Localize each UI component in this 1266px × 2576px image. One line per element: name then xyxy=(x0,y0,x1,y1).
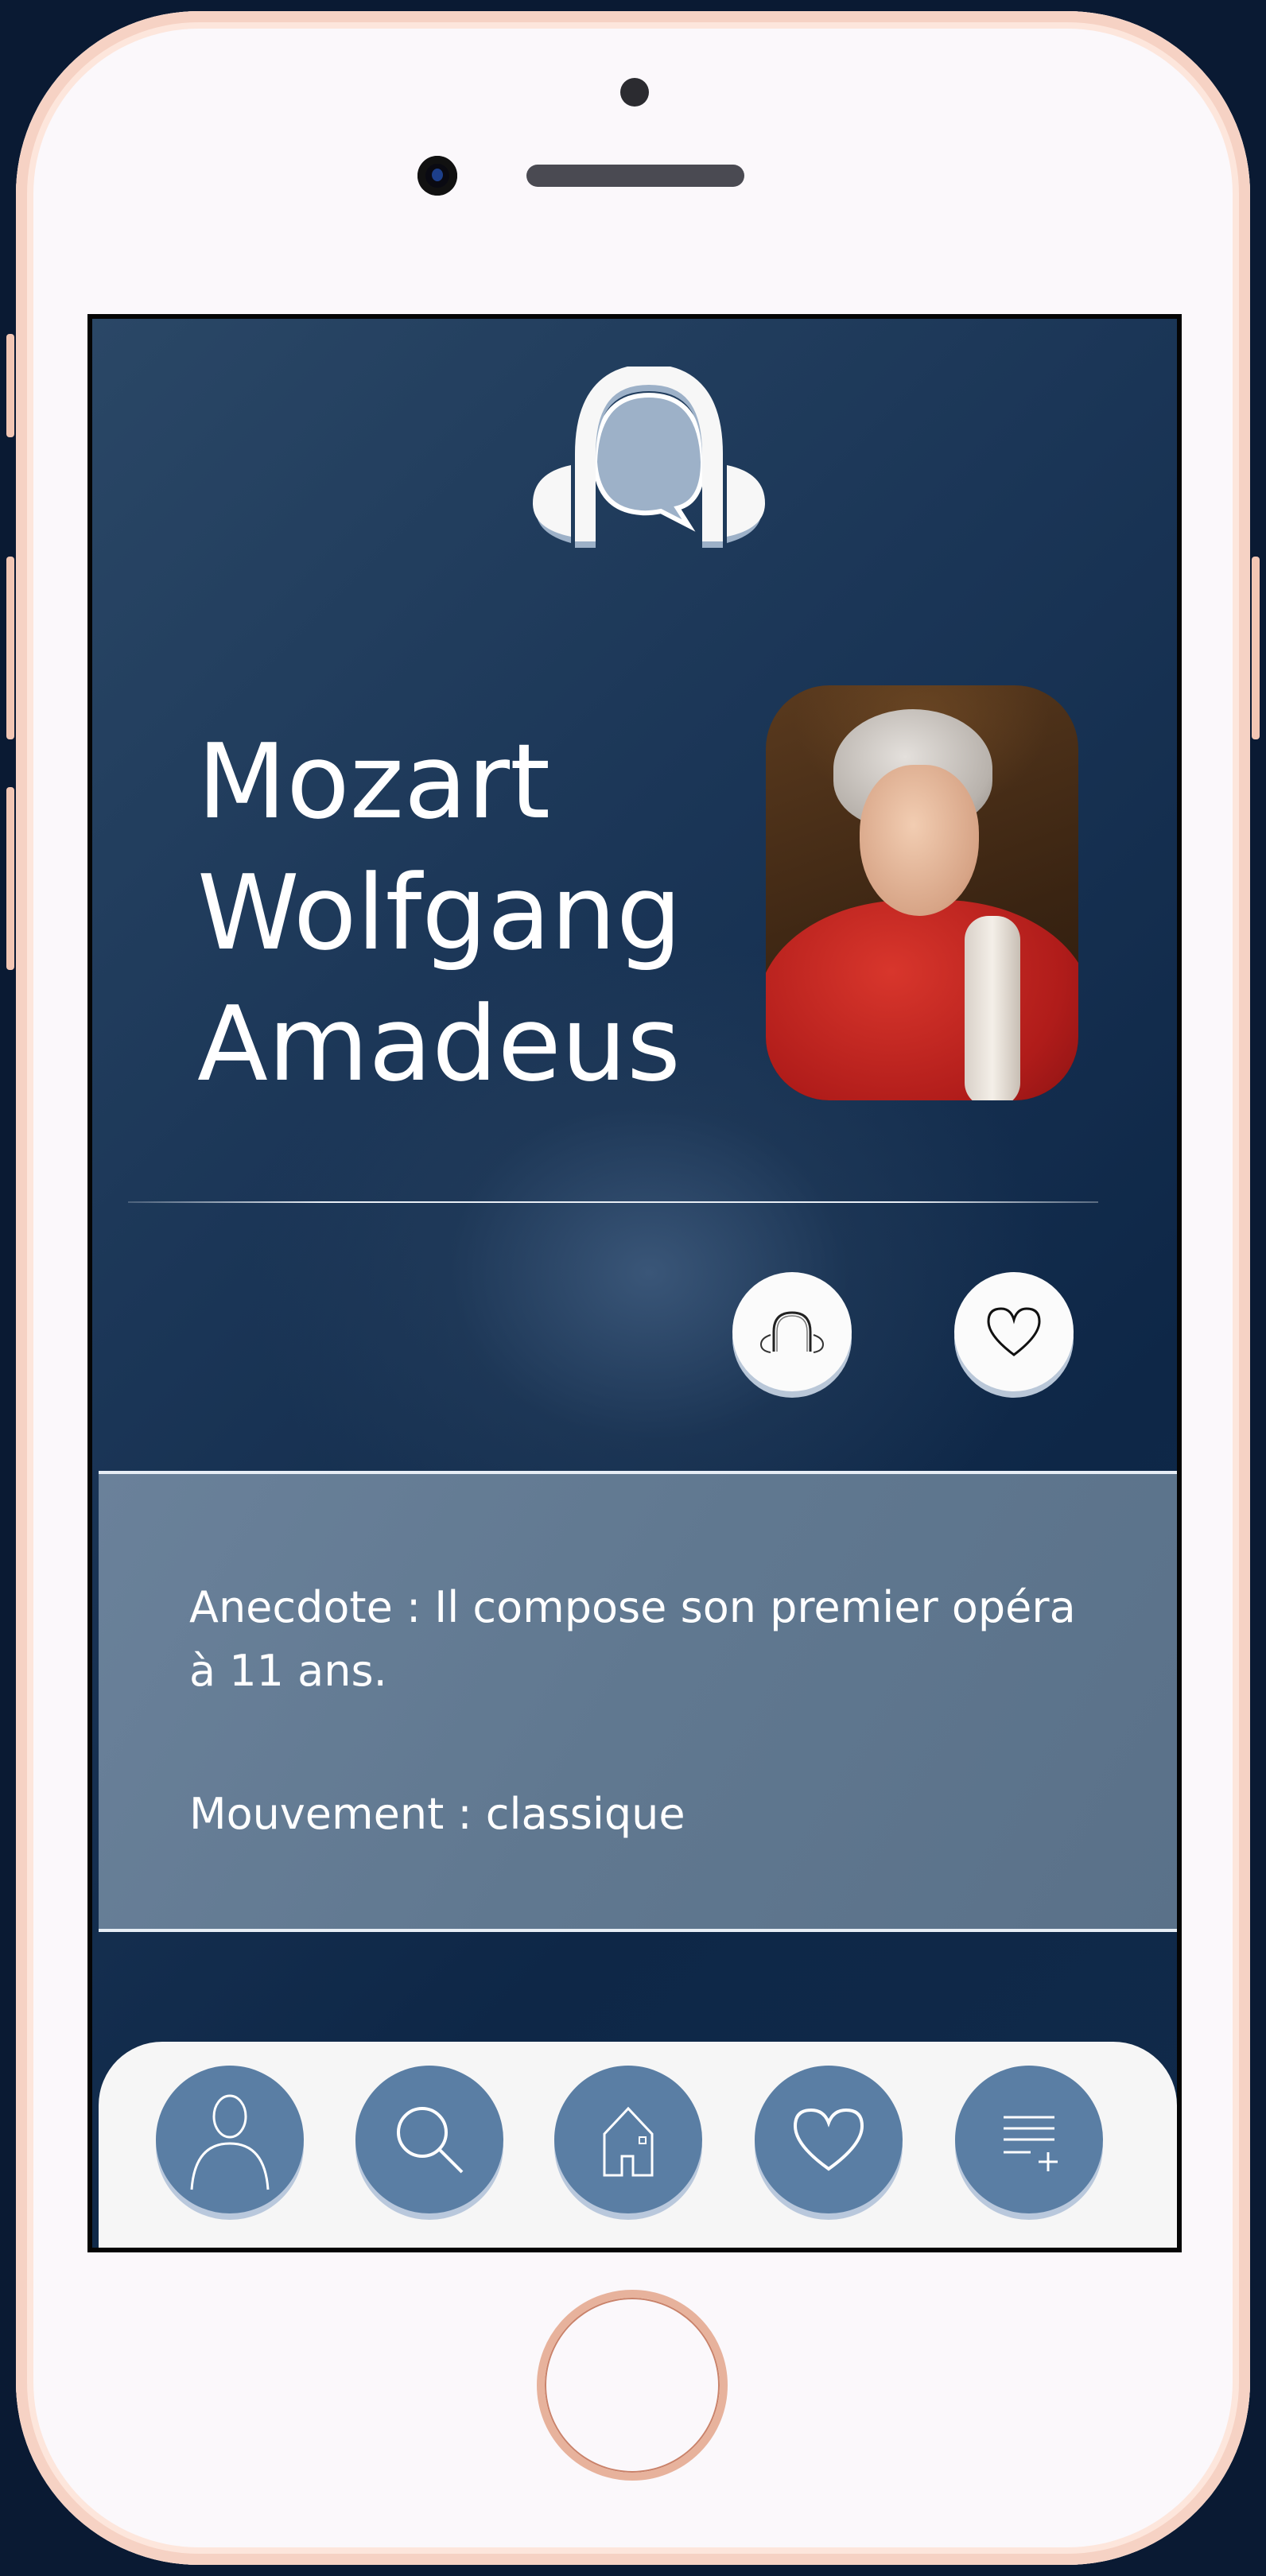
app-screen: Mozart Wolfgang Amadeus Anecdote : Il co… xyxy=(87,314,1182,2252)
earpiece-speaker xyxy=(526,165,744,187)
composer-middle-name: Amadeus xyxy=(197,983,681,1104)
bottom-nav xyxy=(99,2042,1177,2248)
divider xyxy=(128,1201,1098,1203)
search-icon xyxy=(397,2107,464,2174)
nav-favorites[interactable] xyxy=(755,2066,903,2213)
volume-down-button xyxy=(6,787,14,970)
favorite-button[interactable] xyxy=(954,1272,1074,1391)
app-logo-icon xyxy=(533,367,765,548)
side-button xyxy=(6,334,14,437)
composer-portrait xyxy=(766,685,1078,1100)
heart-icon xyxy=(793,2108,864,2171)
anecdote-text: Anecdote : Il compose son premier opéra … xyxy=(189,1582,1076,1696)
headphones-icon xyxy=(759,1311,825,1353)
user-icon xyxy=(190,2094,270,2190)
listen-button[interactable] xyxy=(732,1272,852,1391)
composer-first-name: Wolfgang xyxy=(197,852,682,973)
nav-profile[interactable] xyxy=(156,2066,304,2213)
power-button xyxy=(1252,557,1260,739)
nav-home[interactable] xyxy=(554,2066,702,2213)
home-button[interactable] xyxy=(537,2290,728,2481)
home-icon xyxy=(603,2106,654,2177)
proximity-sensor xyxy=(620,78,649,107)
front-camera xyxy=(417,156,457,196)
nav-search[interactable] xyxy=(355,2066,503,2213)
composer-last-name: Mozart xyxy=(197,721,551,842)
volume-up-button xyxy=(6,557,14,739)
heart-icon xyxy=(987,1307,1041,1356)
movement-text: Mouvement : classique xyxy=(189,1789,685,1839)
playlist-add-icon xyxy=(1004,2116,1058,2171)
composer-name: Mozart Wolfgang Amadeus xyxy=(197,716,682,1110)
info-panel: Anecdote : Il compose son premier opéra … xyxy=(99,1471,1177,1932)
nav-playlist[interactable] xyxy=(955,2066,1103,2213)
